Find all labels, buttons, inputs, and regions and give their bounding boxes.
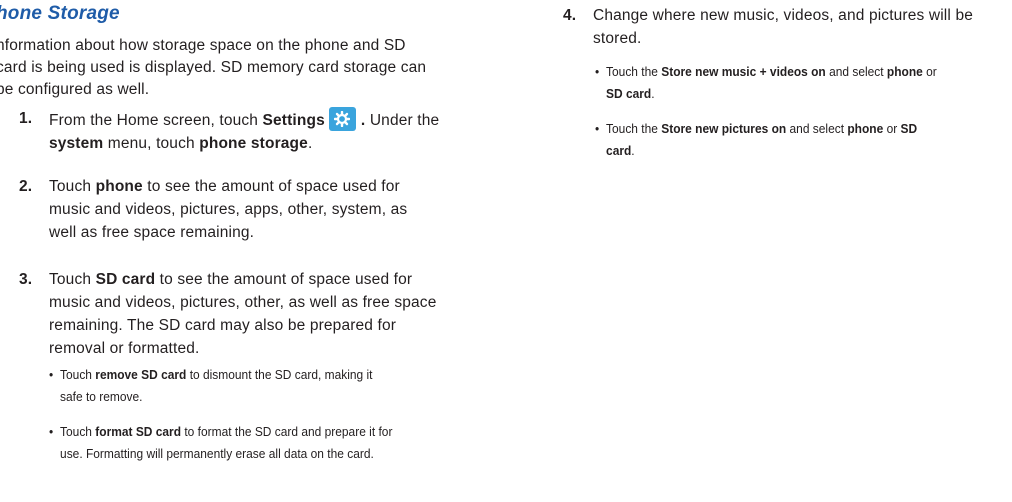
text-run: or [883,121,901,136]
text-run: Under the [369,112,440,129]
text-run: menu, touch [103,135,200,152]
text-run: From the Home screen, touch [49,112,263,129]
bullet-text: Touch the Store new music + videos on an… [606,61,937,105]
text-run: Touch [49,271,96,288]
step-number: 1. [19,110,33,127]
intro-line: card is being used is displayed. SD memo… [0,59,427,76]
text-run: music and videos, pictures, other, as we… [49,294,437,311]
text-line: removal or formatted. [49,337,436,360]
text-line: Touch the Store new pictures on and sele… [606,118,917,140]
text-line: well as free space remaining. [49,221,407,244]
bold-term: system [49,135,104,152]
text-line: Touch phone to see the amount of space u… [49,175,407,198]
text-run: remaining. The SD card may also be prepa… [49,317,397,334]
text-line: card. [606,140,917,162]
text-line: remaining. The SD card may also be prepa… [49,314,436,337]
bold-term: phone [95,178,143,195]
intro-line: nformation about how storage space on th… [0,37,406,54]
text-run: to see the amount of space used for [142,178,400,195]
text-run: . [631,143,635,158]
step-text: Touch phone to see the amount of space u… [49,175,407,244]
bold-term: SD card [95,271,156,288]
intro-paragraph: nformation about how storage space on th… [0,35,466,101]
text-line: use. Formatting will permanently erase a… [60,443,392,465]
text-run: Change where new music, videos, and pict… [593,7,973,24]
step-number: 3. [19,271,33,288]
text-line: music and videos, pictures, apps, other,… [49,198,407,221]
bullet-text: Touch the Store new pictures on and sele… [606,118,917,162]
text-run: Touch [60,367,96,382]
text-run: Touch [49,178,96,195]
bold-term: phone [847,121,884,136]
step-text: From the Home screen, touch Settings. Un… [49,107,439,155]
bold-term: phone [886,64,923,79]
text-line: Change where new music, videos, and pict… [593,4,973,27]
bold-term: Store new pictures on [661,121,787,136]
intro-line: be configured as well. [0,81,150,98]
bold-term: format SD card [95,424,182,439]
bullet-dot: • [595,121,600,136]
text-run: to format the SD card and prepare it for [181,424,393,439]
text-run: or [922,64,937,79]
text-run: to see the amount of space used for [155,271,413,288]
text-run: use. Formatting will permanently erase a… [60,446,374,461]
bullet-text: Touch format SD card to format the SD ca… [60,421,392,465]
text-run: and select [825,64,887,79]
text-line: From the Home screen, touch Settings. Un… [49,107,439,132]
text-run: to dismount the SD card, making it [186,367,373,382]
text-line: music and videos, pictures, other, as we… [49,291,436,314]
text-run: and select [786,121,848,136]
bold-term: phone storage [199,135,308,152]
bold-term: SD [900,121,918,136]
text-run: Touch [60,424,96,439]
text-run: music and videos, pictures, apps, other,… [49,201,408,218]
step-number: 4. [563,7,577,24]
text-line: Touch the Store new music + videos on an… [606,61,937,83]
bullet-dot: • [49,424,54,439]
bullet-dot: • [49,367,54,382]
text-line: Touch format SD card to format the SD ca… [60,421,392,443]
step-number: 2. [19,178,33,195]
bold-term: Settings [262,112,325,129]
text-run: Touch the [606,121,662,136]
bold-term: remove SD card [95,367,187,382]
text-line: system menu, touch phone storage. [49,132,439,155]
bullet-dot: • [595,64,600,79]
bullet-text: Touch remove SD card to dismount the SD … [60,364,372,408]
settings-gear-icon [328,107,356,131]
text-line: safe to remove. [60,386,372,408]
text-run: removal or formatted. [49,340,200,357]
text-run: well as free space remaining. [49,224,255,241]
step-text: Change where new music, videos, and pict… [593,4,973,50]
bold-term: card [606,143,632,158]
text-run: stored. [593,30,642,47]
bold-term: SD card [606,86,652,101]
text-run: . [651,86,655,101]
text-line: SD card. [606,83,937,105]
text-run: Touch the [606,64,662,79]
text-line: Touch SD card to see the amount of space… [49,268,436,291]
text-run: safe to remove. [60,389,143,404]
text-line: Touch remove SD card to dismount the SD … [60,364,372,386]
step-text: Touch SD card to see the amount of space… [49,268,436,360]
bold-term: . [360,112,370,129]
section-title: hone Storage [0,3,120,24]
text-run: . [307,135,313,152]
bold-term: Store new music + videos on [661,64,826,79]
text-line: stored. [593,27,973,50]
